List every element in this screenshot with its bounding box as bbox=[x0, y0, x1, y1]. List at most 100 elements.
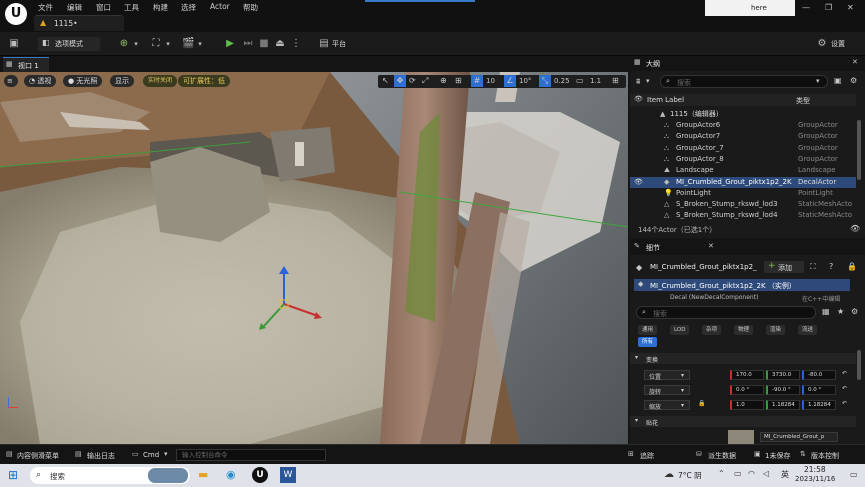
platform-label[interactable]: 平台 bbox=[332, 39, 346, 49]
camera-speed-icon[interactable]: ▭ bbox=[576, 76, 584, 85]
trace-button[interactable]: 追踪 bbox=[640, 451, 654, 461]
blueprint-icon[interactable]: ⛶ bbox=[150, 38, 162, 50]
visibility-icon[interactable]: 👁 bbox=[634, 177, 643, 188]
section-decal[interactable]: ▾ 贴花 bbox=[630, 416, 856, 427]
instance-row[interactable]: ◆ MI_Crumbled_Grout_piktx1p2_2K （实例） bbox=[634, 279, 850, 291]
add-component-button[interactable]: + 添加 bbox=[764, 261, 804, 273]
section-transform[interactable]: ▾ 变换 bbox=[630, 353, 856, 364]
close-icon[interactable]: ✕ bbox=[708, 242, 714, 250]
gear-icon[interactable]: ⚙ bbox=[850, 76, 857, 85]
reset-icon[interactable]: ↶ bbox=[842, 400, 847, 407]
menu-file[interactable]: 文件 bbox=[38, 2, 53, 13]
outliner-row[interactable]: △ S_Broken_Stump_rkswd_lod4 StaticMeshActo bbox=[630, 210, 856, 221]
scalability-button[interactable]: 可扩展性：低 bbox=[178, 75, 230, 87]
scale-icon[interactable]: ⤢ bbox=[422, 76, 428, 86]
rotation-z-field[interactable]: 0.0 ° bbox=[802, 385, 836, 395]
network-icon[interactable]: ▭ bbox=[734, 469, 742, 478]
close-icon[interactable]: ✕ bbox=[852, 58, 858, 66]
filter-general[interactable]: 通用 bbox=[638, 325, 658, 335]
filter-physics[interactable]: 物理 bbox=[734, 325, 754, 335]
clock-date[interactable]: 2023/11/16 bbox=[795, 475, 835, 483]
close-button[interactable]: ✕ bbox=[847, 3, 854, 12]
gear-icon[interactable]: ⚙ bbox=[851, 307, 858, 316]
wifi-icon[interactable]: ◠ bbox=[748, 469, 755, 478]
column-type[interactable]: 类型 bbox=[796, 96, 810, 106]
word-icon[interactable]: W bbox=[280, 467, 296, 483]
menu-select[interactable]: 选择 bbox=[181, 2, 196, 13]
grid-snap-value[interactable]: 10 bbox=[486, 77, 495, 85]
chevron-down-icon[interactable]: ▾ bbox=[646, 77, 650, 85]
menu-actor[interactable]: Actor bbox=[210, 2, 230, 11]
menu-tools[interactable]: 工具 bbox=[124, 2, 139, 13]
add-folder-icon[interactable]: ▣ bbox=[834, 76, 842, 85]
help-icon[interactable]: ? bbox=[829, 262, 833, 271]
scale-y-field[interactable]: 1.18284 bbox=[766, 400, 800, 410]
level-viewport[interactable]: ≡ ◔ 透视 ● 无光照 显示 实时关闭 可扩展性：低 ↖ ✥ ⟳ ⤢ ⊕ ⊞ … bbox=[0, 72, 628, 444]
outliner-row[interactable]: 💡 PointLight PointLight bbox=[630, 188, 856, 199]
actor-name-field[interactable]: MI_Crumbled_Grout_piktx1p2_ bbox=[650, 263, 757, 271]
weather-label[interactable]: 7°C 阴 bbox=[678, 470, 702, 481]
filter-rendering[interactable]: 渲染 bbox=[766, 325, 786, 335]
outliner-scrollbar[interactable] bbox=[857, 120, 861, 180]
grid-view-icon[interactable]: ▦ bbox=[822, 307, 830, 316]
level-tab[interactable]: ▲ 1115• bbox=[34, 15, 124, 31]
scale-x-field[interactable]: 1.0 bbox=[730, 400, 764, 410]
edge-icon[interactable]: ◉ bbox=[226, 468, 236, 481]
windows-start-icon[interactable]: ⊞ bbox=[8, 468, 18, 482]
file-explorer-icon[interactable]: ▬ bbox=[198, 468, 208, 481]
menu-edit[interactable]: 编辑 bbox=[67, 2, 82, 13]
minimize-button[interactable]: — bbox=[802, 3, 810, 12]
filter-lod[interactable]: LOD bbox=[670, 325, 690, 335]
outliner-tab[interactable]: ▦ 大纲 ✕ bbox=[630, 56, 865, 71]
scale-snap-icon[interactable]: ⤡ bbox=[539, 75, 551, 87]
star-icon[interactable]: ★ bbox=[837, 307, 844, 316]
settings-label[interactable]: 设置 bbox=[831, 39, 845, 49]
input-language[interactable]: 英 bbox=[781, 469, 789, 480]
filter-icon[interactable]: ⩩ bbox=[636, 77, 640, 87]
outliner-row[interactable]: ⛬ GroupActor6 GroupActor bbox=[630, 120, 856, 131]
more-options-icon[interactable]: ⋮ bbox=[290, 38, 302, 50]
cinematics-icon[interactable]: 🎬 bbox=[182, 38, 194, 50]
lock-icon[interactable]: 🔒 bbox=[847, 262, 857, 271]
content-drawer-button[interactable]: 内容侧滑菜单 bbox=[17, 451, 59, 461]
lock-icon[interactable]: 🔒 bbox=[698, 400, 705, 407]
scale-dropdown[interactable]: 缩放 ▾ bbox=[644, 400, 690, 411]
outliner-row[interactable]: ⛬ GroupActor_7 GroupActor bbox=[630, 143, 856, 154]
skip-icon[interactable]: ⏭ bbox=[242, 38, 254, 50]
outliner-search-input[interactable]: ⌕ 搜索 ▾ bbox=[660, 75, 828, 88]
hamburger-menu-icon[interactable]: ≡ bbox=[4, 75, 18, 87]
camera-speed-value[interactable]: 1.1 bbox=[590, 77, 601, 85]
add-content-icon[interactable]: ⊕ bbox=[118, 38, 130, 50]
scale-snap-value[interactable]: 0.25 bbox=[554, 77, 570, 85]
maximize-button[interactable]: ❐ bbox=[825, 3, 832, 12]
unreal-taskbar-icon[interactable]: U bbox=[252, 467, 268, 483]
unlit-button[interactable]: ● 无光照 bbox=[63, 75, 103, 87]
console-input[interactable]: 输入控制台命令 bbox=[176, 449, 326, 461]
scale-z-field[interactable]: 1.18284 bbox=[802, 400, 836, 410]
perspective-button[interactable]: ◔ 透视 bbox=[24, 75, 57, 87]
material-thumbnail[interactable] bbox=[728, 430, 754, 444]
clock-time[interactable]: 21:58 bbox=[804, 465, 826, 474]
select-cursor-icon[interactable]: ↖ bbox=[382, 76, 389, 85]
blueprint-icon[interactable]: ⛶ bbox=[810, 262, 816, 272]
search-box[interactable]: here bbox=[705, 0, 795, 16]
grid-snap-icon[interactable]: # bbox=[471, 75, 483, 87]
viewport-tab[interactable]: ▦ 视口 1 bbox=[3, 57, 49, 72]
outliner-row[interactable]: ⛬ GroupActor7 GroupActor bbox=[630, 131, 856, 142]
location-y-field[interactable]: 3730.0 bbox=[766, 370, 800, 380]
rotation-y-field[interactable]: -90.0 ° bbox=[766, 385, 800, 395]
outliner-row[interactable]: ⛰ Landscape Landscape bbox=[630, 165, 856, 176]
translate-icon[interactable]: ✥ bbox=[394, 75, 406, 87]
show-button[interactable]: 显示 bbox=[110, 75, 134, 87]
visibility-icon[interactable]: 👁 bbox=[634, 95, 643, 103]
rotation-x-field[interactable]: 0.0 ° bbox=[730, 385, 764, 395]
unsaved-button[interactable]: 1未保存 bbox=[765, 451, 790, 461]
menu-build[interactable]: 构建 bbox=[153, 2, 168, 13]
chevron-down-icon[interactable]: ▾ bbox=[130, 38, 142, 50]
filter-misc[interactable]: 杂项 bbox=[702, 325, 722, 335]
location-dropdown[interactable]: 位置 ▾ bbox=[644, 370, 690, 381]
world-space-icon[interactable]: ⊕ bbox=[440, 76, 447, 85]
reset-icon[interactable]: ↶ bbox=[842, 385, 847, 392]
details-scrollbar[interactable] bbox=[857, 350, 861, 380]
column-item-label[interactable]: Item Label bbox=[647, 96, 684, 104]
